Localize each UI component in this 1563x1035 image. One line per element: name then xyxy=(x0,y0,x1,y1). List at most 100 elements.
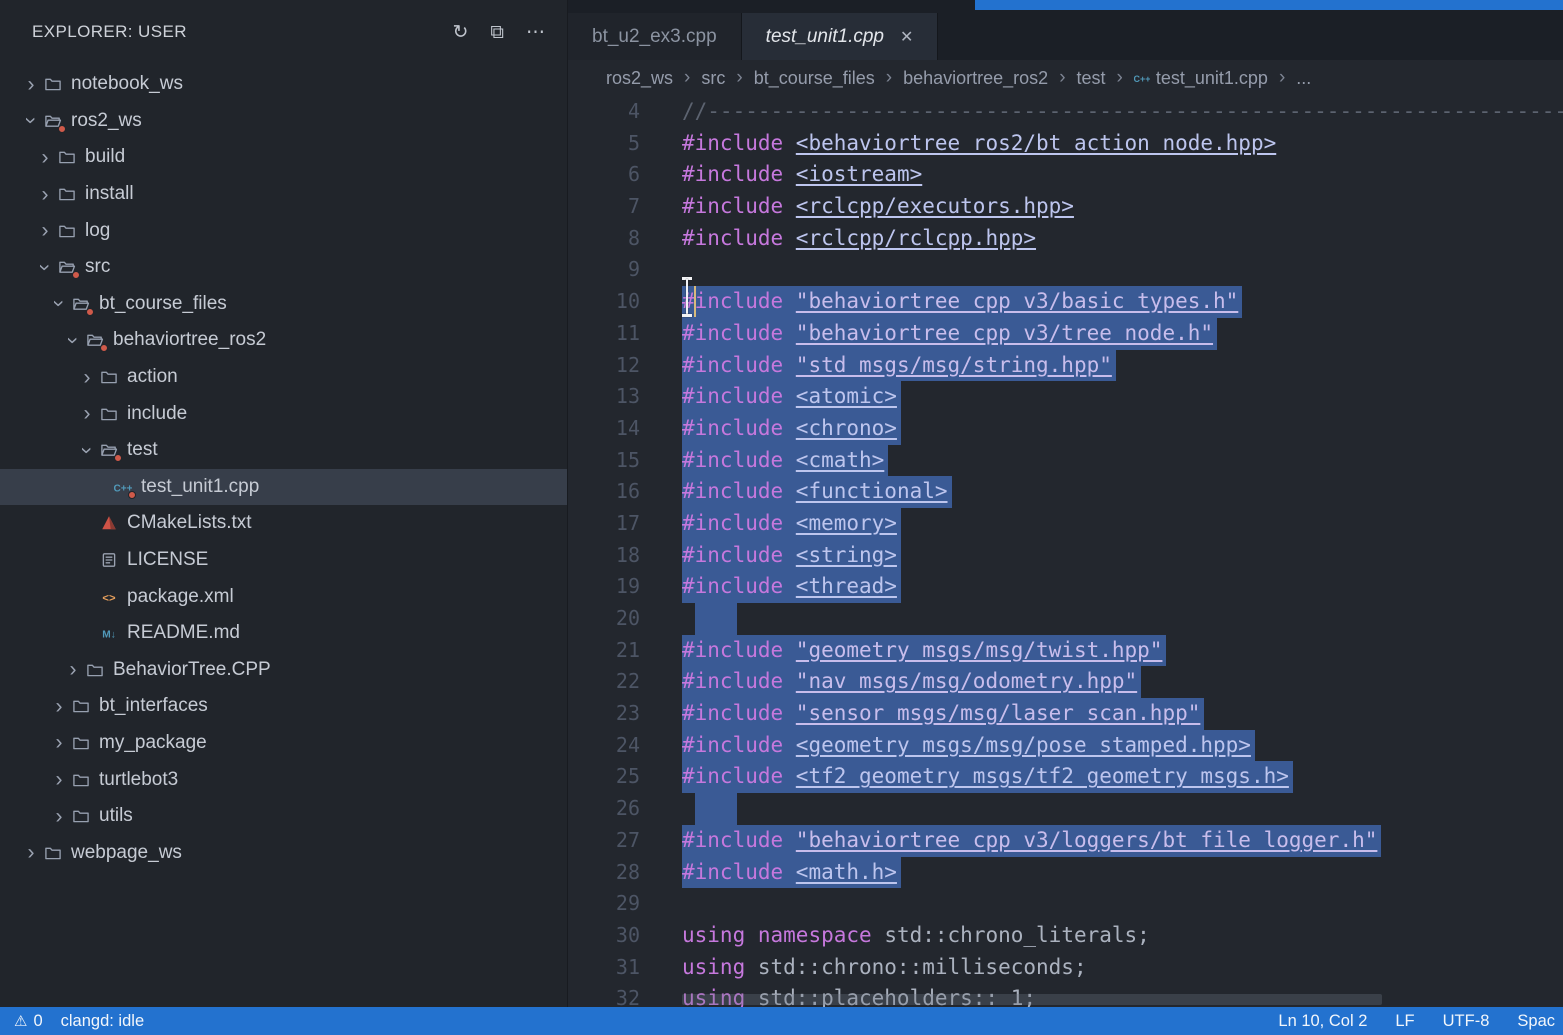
more-actions-icon[interactable]: ⋯ xyxy=(526,23,545,42)
line-content: #include <functional> xyxy=(682,476,952,508)
tree-item-webpage_ws[interactable]: ›webpage_ws xyxy=(0,834,567,871)
code-line[interactable]: 31using std::chrono::milliseconds; xyxy=(568,952,1563,984)
folder-icon xyxy=(72,734,90,752)
code-line[interactable]: 25#include <tf2_geometry_msgs/tf2_geomet… xyxy=(568,761,1563,793)
tree-item-build[interactable]: ›build xyxy=(0,139,567,176)
tree-item-test_unit1.cpp[interactable]: ›C++test_unit1.cpp xyxy=(0,469,567,506)
line-number: 27 xyxy=(568,825,640,857)
tree-item-bt_course_files[interactable]: ›bt_course_files xyxy=(0,286,567,323)
code-line[interactable]: 6#include <iostream> xyxy=(568,159,1563,191)
line-content: #include <geometry_msgs/msg/pose_stamped… xyxy=(682,730,1255,762)
line-content: #include <chrono> xyxy=(682,413,901,445)
code-line[interactable]: 16#include <functional> xyxy=(568,476,1563,508)
code-line[interactable]: 19#include <thread> xyxy=(568,571,1563,603)
code-line[interactable]: 12#include "std_msgs/msg/string.hpp" xyxy=(568,350,1563,382)
line-number: 29 xyxy=(568,888,640,920)
refresh-icon[interactable]: ↻ xyxy=(453,23,469,42)
code-line[interactable]: 23#include "sensor_msgs/msg/laser_scan.h… xyxy=(568,698,1563,730)
editor-region: bt_u2_ex3.cpptest_unit1.cpp✕ ros2_ws › src… xyxy=(568,0,1563,1007)
breadcrumb-item-src[interactable]: src xyxy=(701,68,725,89)
code-line[interactable]: 11#include "behaviortree_cpp_v3/tree_nod… xyxy=(568,318,1563,350)
modified-dot xyxy=(58,125,66,133)
breadcrumb-label: behaviortree_ros2 xyxy=(903,68,1048,89)
tree-item-notebook_ws[interactable]: ›notebook_ws xyxy=(0,66,567,103)
warning-icon: ⚠ xyxy=(14,1012,27,1030)
breadcrumb-item-test_unit1.cpp[interactable]: C++test_unit1.cpp xyxy=(1134,68,1268,89)
tree-item-include[interactable]: ›include xyxy=(0,395,567,432)
code-token xyxy=(695,606,733,630)
code-token: #include xyxy=(682,289,796,313)
encoding-indicator[interactable]: UTF-8 xyxy=(1443,1012,1490,1031)
code-line[interactable]: 13#include <atomic> xyxy=(568,381,1563,413)
tree-item-LICENSE[interactable]: ›LICENSE xyxy=(0,542,567,579)
code-line[interactable]: 18#include <string> xyxy=(568,540,1563,572)
code-token: <string> xyxy=(796,543,897,567)
code-line[interactable]: 29 xyxy=(568,888,1563,920)
tree-item-bt_interfaces[interactable]: ›bt_interfaces xyxy=(0,688,567,725)
svg-text:<>: <> xyxy=(102,592,116,604)
indent-indicator[interactable]: Spac xyxy=(1517,1012,1555,1031)
tree-item-BehaviorTree.CPP[interactable]: ›BehaviorTree.CPP xyxy=(0,652,567,689)
folder-icon xyxy=(86,331,104,349)
code-token: #include xyxy=(682,479,796,503)
eol-indicator[interactable]: LF xyxy=(1395,1012,1414,1031)
breadcrumb-separator-icon: › xyxy=(736,67,742,89)
tree-item-log[interactable]: ›log xyxy=(0,212,567,249)
code-line[interactable]: 4//-------------------------------------… xyxy=(568,96,1563,128)
tree-item-CMakeLists.txt[interactable]: ›CMakeLists.txt xyxy=(0,505,567,542)
breadcrumb-item-behaviortree_ros2[interactable]: behaviortree_ros2 xyxy=(903,68,1048,89)
breadcrumb-item-...[interactable]: ... xyxy=(1296,68,1311,89)
tree-item-label: CMakeLists.txt xyxy=(127,512,252,534)
tree-item-turtlebot3[interactable]: ›turtlebot3 xyxy=(0,761,567,798)
code-line[interactable]: 17#include <memory> xyxy=(568,508,1563,540)
tree-item-install[interactable]: ›install xyxy=(0,176,567,213)
code-token: <rclcpp/executors.hpp> xyxy=(796,194,1074,218)
tree-item-utils[interactable]: ›utils xyxy=(0,798,567,835)
problems-indicator[interactable]: ⚠ 0 xyxy=(14,1012,43,1031)
breadcrumb-item-ros2_ws[interactable]: ros2_ws xyxy=(606,68,673,89)
code-line[interactable]: 30using namespace std::chrono_literals; xyxy=(568,920,1563,952)
breadcrumb-item-bt_course_files[interactable]: bt_course_files xyxy=(754,68,875,89)
breadcrumb-item-test[interactable]: test xyxy=(1077,68,1106,89)
code-line[interactable]: 10#include "behaviortree_cpp_v3/basic_ty… xyxy=(568,286,1563,318)
line-number: 9 xyxy=(568,254,640,286)
code-line[interactable]: 8#include <rclcpp/rclcpp.hpp> xyxy=(568,223,1563,255)
tab-bt_u2_ex3.cpp[interactable]: bt_u2_ex3.cpp xyxy=(568,13,742,60)
code-line[interactable]: 22#include "nav_msgs/msg/odometry.hpp" xyxy=(568,666,1563,698)
code-line[interactable]: 24#include <geometry_msgs/msg/pose_stamp… xyxy=(568,730,1563,762)
collapse-folders-icon[interactable]: ⧉ xyxy=(490,23,504,42)
tree-item-ros2_ws[interactable]: ›ros2_ws xyxy=(0,103,567,140)
tree-item-README.md[interactable]: ›M↓README.md xyxy=(0,615,567,652)
cursor-position[interactable]: Ln 10, Col 2 xyxy=(1278,1012,1367,1031)
code-line[interactable]: 20 xyxy=(568,603,1563,635)
code-token: <chrono> xyxy=(796,416,897,440)
breadcrumb-label: ros2_ws xyxy=(606,68,673,89)
folder-icon xyxy=(100,368,118,386)
horizontal-scrollbar[interactable] xyxy=(682,994,1382,1005)
code-line[interactable]: 7#include <rclcpp/executors.hpp> xyxy=(568,191,1563,223)
close-icon[interactable]: ✕ xyxy=(900,27,913,47)
code-line[interactable]: 26 xyxy=(568,793,1563,825)
code-line[interactable]: 15#include <cmath> xyxy=(568,445,1563,477)
line-content: #include "nav_msgs/msg/odometry.hpp" xyxy=(682,666,1141,698)
code-line[interactable]: 28#include <math.h> xyxy=(568,857,1563,889)
line-number: 31 xyxy=(568,952,640,984)
code-editor[interactable]: 4//-------------------------------------… xyxy=(568,96,1563,1007)
tree-item-test[interactable]: ›test xyxy=(0,432,567,469)
tab-test_unit1.cpp[interactable]: test_unit1.cpp✕ xyxy=(742,13,939,60)
code-line[interactable]: 5#include <behaviortree_ros2/bt_action_n… xyxy=(568,128,1563,160)
clangd-status[interactable]: clangd: idle xyxy=(61,1012,144,1031)
tree-item-label: my_package xyxy=(99,732,207,754)
chevron-icon: › xyxy=(35,254,56,280)
code-line[interactable]: 21#include "geometry_msgs/msg/twist.hpp" xyxy=(568,635,1563,667)
code-line[interactable]: 14 #include <chrono> xyxy=(568,413,1563,445)
tree-item-src[interactable]: ›src xyxy=(0,249,567,286)
tree-item-my_package[interactable]: ›my_package xyxy=(0,725,567,762)
tree-item-action[interactable]: ›action xyxy=(0,359,567,396)
code-line[interactable]: 27#include "behaviortree_cpp_v3/loggers/… xyxy=(568,825,1563,857)
line-number: 14 xyxy=(568,413,640,445)
tree-item-behaviortree_ros2[interactable]: ›behaviortree_ros2 xyxy=(0,322,567,359)
code-line[interactable]: 9 xyxy=(568,254,1563,286)
line-number: 32 xyxy=(568,983,640,1007)
tree-item-package.xml[interactable]: ›<>package.xml xyxy=(0,578,567,615)
